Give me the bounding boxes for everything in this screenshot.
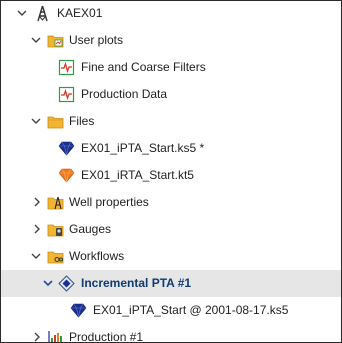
tree-node-label: EX01_iPTA_Start.ks5 * bbox=[81, 141, 205, 155]
tree-node-label: User plots bbox=[69, 33, 124, 47]
tree-node-label: Workflows bbox=[69, 249, 125, 263]
folder-workflow-icon bbox=[47, 248, 64, 265]
folder-chart-icon bbox=[47, 32, 64, 49]
chevron-down-icon[interactable] bbox=[31, 251, 41, 261]
blue-diamond-icon bbox=[70, 302, 87, 319]
chevron-right-icon[interactable] bbox=[32, 224, 42, 234]
production-icon bbox=[47, 329, 64, 342]
plot-icon bbox=[58, 86, 75, 103]
tree-node-file-ipta[interactable]: EX01_iPTA_Start.ks5 * bbox=[1, 135, 341, 162]
tree-node-label: Files bbox=[69, 114, 95, 128]
tree-node-workflows[interactable]: Workflows bbox=[1, 243, 341, 270]
tree-node-kaex01[interactable]: KAEX01 bbox=[1, 1, 341, 27]
tree-node-production[interactable]: Production #1 bbox=[1, 324, 341, 343]
orange-diamond-icon bbox=[58, 167, 75, 184]
tree-node-fine-coarse-filters[interactable]: Fine and Coarse Filters bbox=[1, 54, 341, 81]
tree-node-label: Production Data bbox=[81, 87, 168, 101]
chevron-right-icon[interactable] bbox=[32, 332, 42, 342]
tree-node-label: KAEX01 bbox=[57, 6, 103, 20]
folder-well-icon bbox=[47, 194, 64, 211]
tree-node-well-properties[interactable]: Well properties bbox=[1, 189, 341, 216]
project-tree: KAEX01 User plots Fine and Coarse Filter… bbox=[0, 0, 342, 343]
folder-gauge-icon bbox=[47, 221, 64, 238]
tree-node-label: Gauges bbox=[69, 222, 112, 236]
pta-icon bbox=[58, 275, 75, 292]
tree-node-label: EX01_iPTA_Start @ 2001-08-17.ks5 bbox=[93, 303, 289, 317]
tree-node-label: Incremental PTA #1 bbox=[81, 276, 192, 290]
tree-node-incremental-pta[interactable]: Incremental PTA #1 bbox=[1, 270, 341, 297]
tree-node-label: EX01_iRTA_Start.kt5 bbox=[81, 168, 194, 182]
chevron-down-icon[interactable] bbox=[43, 278, 53, 288]
chevron-right-icon[interactable] bbox=[32, 197, 42, 207]
tree-node-label: Fine and Coarse Filters bbox=[81, 60, 206, 74]
tower-icon bbox=[34, 5, 51, 22]
tree-node-production-data[interactable]: Production Data bbox=[1, 81, 341, 108]
chevron-down-icon[interactable] bbox=[31, 116, 41, 126]
chevron-down-icon[interactable] bbox=[17, 8, 27, 18]
tree-node-label: Well properties bbox=[69, 195, 149, 209]
tree-node-files[interactable]: Files bbox=[1, 108, 341, 135]
tree-node-user-plots[interactable]: User plots bbox=[1, 27, 341, 54]
chevron-down-icon[interactable] bbox=[31, 35, 41, 45]
tree-node-gauges[interactable]: Gauges bbox=[1, 216, 341, 243]
tree-node-label: Production #1 bbox=[69, 330, 144, 343]
tree-node-pta-file[interactable]: EX01_iPTA_Start @ 2001-08-17.ks5 bbox=[1, 297, 341, 324]
blue-diamond-icon bbox=[58, 140, 75, 157]
plot-icon bbox=[58, 59, 75, 76]
folder-icon bbox=[47, 113, 64, 130]
tree-node-file-irta[interactable]: EX01_iRTA_Start.kt5 bbox=[1, 162, 341, 189]
